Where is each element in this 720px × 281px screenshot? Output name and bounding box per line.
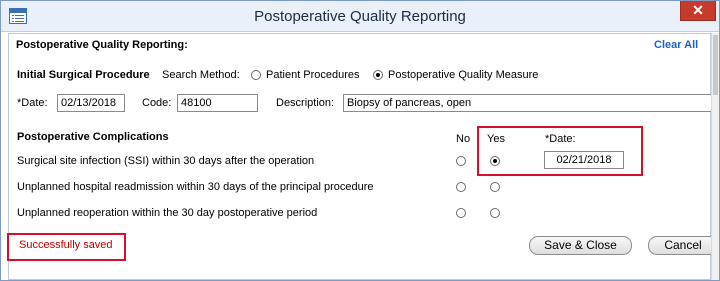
- vertical-scrollbar[interactable]: [711, 33, 719, 280]
- description-label: Description:: [276, 97, 335, 109]
- clear-all-link[interactable]: Clear All: [654, 39, 698, 51]
- complication-row-label: Unplanned reoperation within the 30 day …: [17, 207, 318, 219]
- complication-row-label: Unplanned hospital readmission within 30…: [17, 181, 374, 193]
- reoperation-yes-radio[interactable]: [490, 208, 500, 218]
- save-close-button[interactable]: Save & Close: [529, 236, 632, 255]
- highlight-box-yes-date: [477, 126, 643, 176]
- radio-patient-procedures[interactable]: [251, 70, 261, 80]
- code-label: Code:: [142, 97, 172, 109]
- close-window-button[interactable]: ✕: [680, 1, 716, 21]
- initial-date-field[interactable]: 02/13/2018: [57, 94, 125, 112]
- title-bar[interactable]: Postoperative Quality Reporting ✕: [1, 1, 719, 32]
- readmission-yes-radio[interactable]: [490, 182, 500, 192]
- complications-label: Postoperative Complications: [17, 131, 169, 143]
- window-title: Postoperative Quality Reporting: [254, 8, 466, 25]
- initial-date-label: *Date:: [17, 97, 48, 109]
- complication-row-label: Surgical site infection (SSI) within 30 …: [17, 155, 315, 167]
- search-method-label: Search Method:: [162, 69, 240, 81]
- ssi-no-radio[interactable]: [456, 156, 466, 166]
- option-quality-measure-label: Postoperative Quality Measure: [388, 69, 539, 81]
- highlight-box-status: [7, 233, 126, 261]
- scrollbar-thumb[interactable]: [713, 35, 718, 95]
- dialog-window: Postoperative Quality Reporting ✕ Postop…: [0, 0, 720, 281]
- option-patient-procedures-label: Patient Procedures: [266, 69, 360, 81]
- reoperation-no-radio[interactable]: [456, 208, 466, 218]
- radio-postoperative-quality-measure[interactable]: [373, 70, 383, 80]
- code-field[interactable]: 48100: [177, 94, 258, 112]
- cancel-button[interactable]: Cancel: [648, 236, 718, 255]
- initial-procedure-label: Initial Surgical Procedure: [17, 69, 150, 81]
- form-heading: Postoperative Quality Reporting:: [16, 39, 188, 51]
- description-field[interactable]: Biopsy of pancreas, open: [343, 94, 713, 112]
- readmission-no-radio[interactable]: [456, 182, 466, 192]
- column-no-header: No: [456, 133, 471, 145]
